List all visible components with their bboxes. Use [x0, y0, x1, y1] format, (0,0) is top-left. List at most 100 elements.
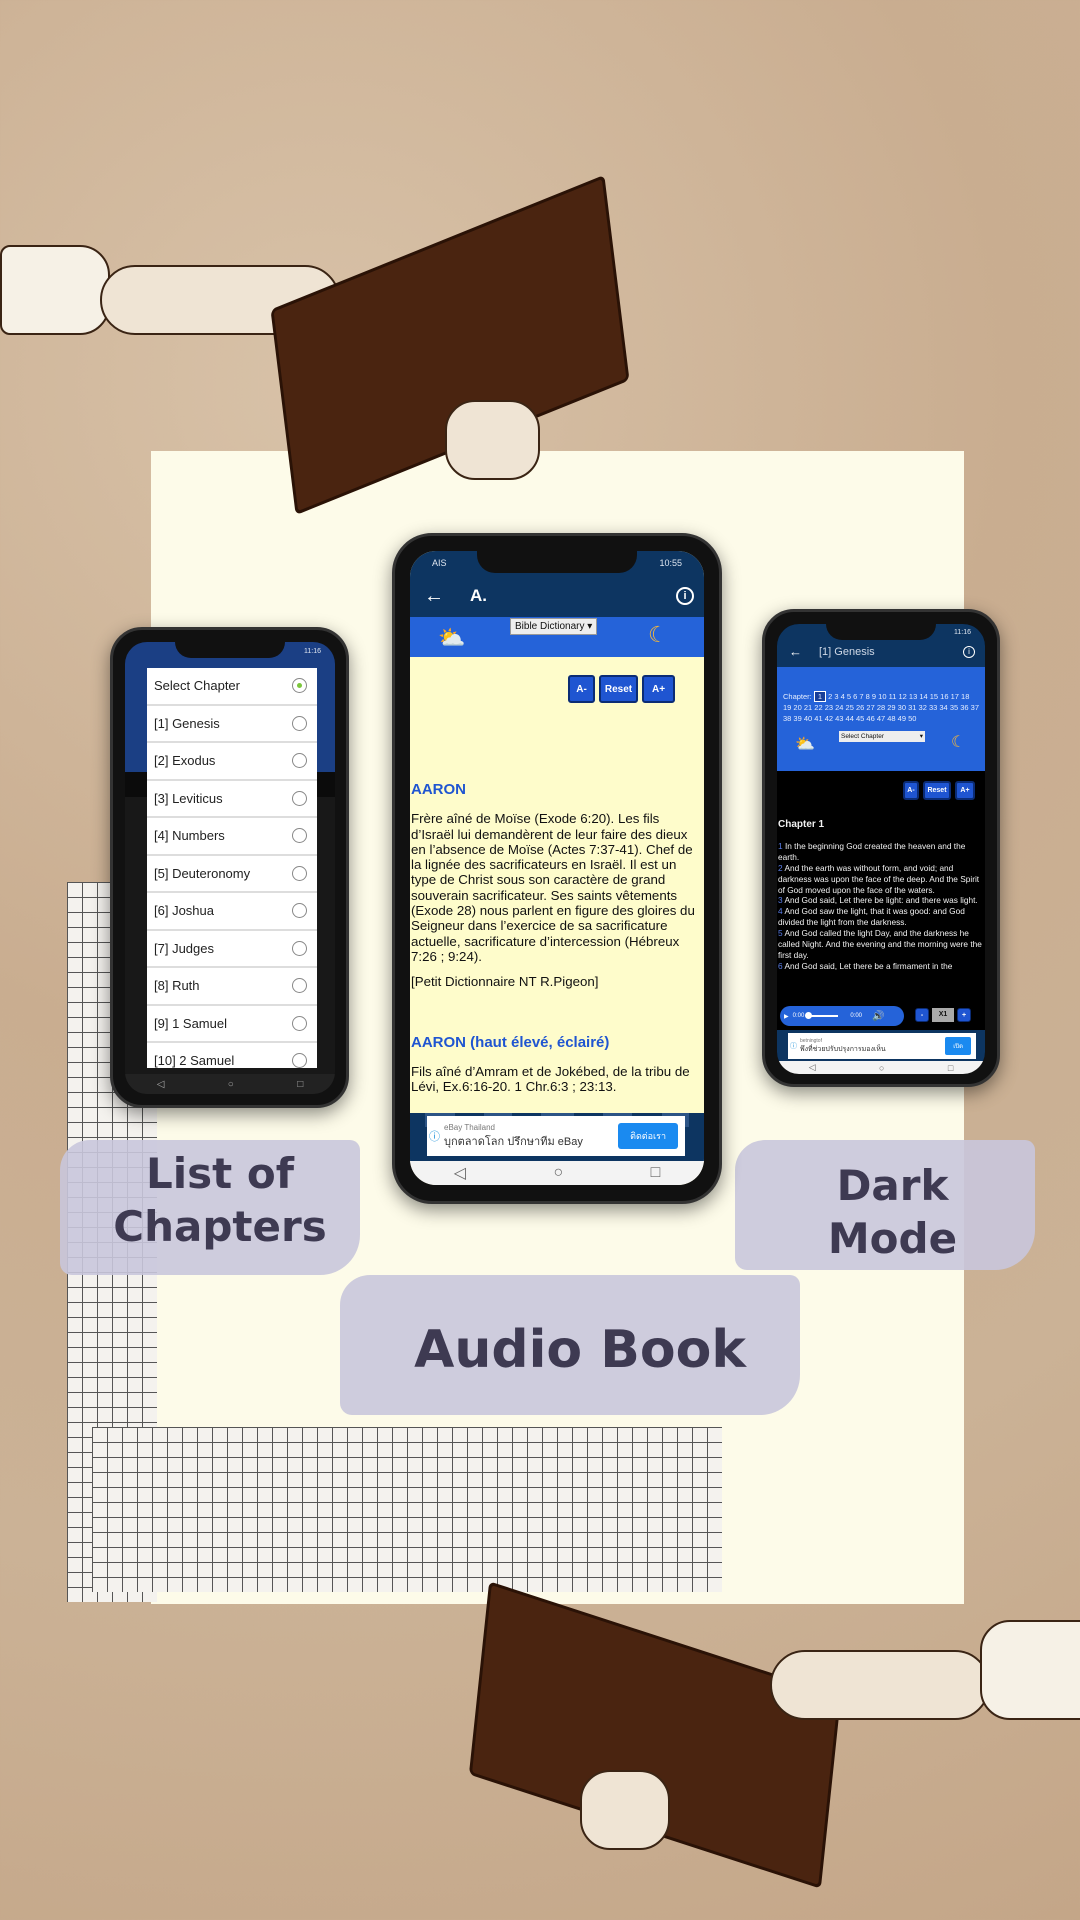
entry-source: [Petit Dictionnaire NT R.Pigeon]	[411, 974, 599, 990]
home-nav-icon[interactable]: ○	[879, 1063, 884, 1073]
caption-audio-book: Audio Book	[414, 1320, 746, 1380]
day-mode-sun-icon[interactable]: ⛅	[795, 737, 815, 753]
ad-cta-button[interactable]: เปิด	[945, 1037, 971, 1055]
radio-button[interactable]	[292, 753, 307, 769]
chapter-option-label: [7] Judges	[154, 940, 214, 956]
chapter-option[interactable]: Select Chapter	[147, 668, 317, 706]
speed-decrease-button[interactable]: -	[915, 1008, 929, 1022]
grid-paper-bottom	[92, 1427, 722, 1592]
speed-display: X1	[932, 1008, 954, 1022]
ad-banner[interactable]: ⓘ eBay Thailand บุกตลาดโลก ปรึกษาทีม eBa…	[427, 1116, 685, 1156]
hands-holding-book-bottom	[440, 1581, 1080, 1889]
chapter-numbers[interactable]: 2 3 4 5 6 7 8 9 10 11 12 13 14 15 16 17 …	[783, 692, 979, 723]
page-title: A.	[470, 586, 487, 605]
chapter-option-label: [8] Ruth	[154, 978, 200, 994]
back-arrow-icon[interactable]: ←	[424, 585, 444, 608]
radio-button[interactable]	[292, 903, 307, 919]
font-reset-button[interactable]: Reset	[599, 675, 638, 703]
chapter-select[interactable]: Select Chapter ▾	[839, 731, 925, 742]
radio-button[interactable]	[292, 865, 307, 881]
font-increase-button[interactable]: A+	[955, 781, 975, 800]
current-time: 0:00	[792, 1013, 805, 1019]
ad-cta-button[interactable]: ติดต่อเรา	[618, 1123, 678, 1149]
ad-advertiser: eBay Thailand	[444, 1122, 495, 1132]
back-arrow-icon[interactable]: ←	[789, 644, 802, 659]
current-chapter[interactable]: 1	[813, 691, 827, 702]
ad-area: ⓘ betningtof พึงที่ช่วยปรับปรุงการมองเห็น…	[777, 1030, 985, 1061]
back-nav-icon[interactable]: ◁	[157, 1079, 165, 1090]
verse: 1 In the beginning God created the heave…	[778, 841, 984, 863]
font-decrease-button[interactable]: A-	[903, 781, 919, 800]
ad-info-icon[interactable]: ⓘ	[790, 1041, 797, 1051]
chapter-option-label: [2] Exodus	[154, 753, 216, 769]
chapter-band: Chapter: 1 2 3 4 5 6 7 8 9 10 11 12 13 1…	[777, 667, 985, 771]
play-icon[interactable]: ▶	[784, 1013, 789, 1020]
notch	[175, 642, 285, 658]
home-nav-icon[interactable]: ○	[228, 1079, 234, 1090]
verse-text: And God saw the light, that it was good:…	[778, 906, 965, 928]
night-mode-moon-icon[interactable]: ☾	[648, 622, 668, 648]
radio-button[interactable]	[292, 678, 307, 694]
night-mode-moon-icon[interactable]: ☾	[951, 735, 965, 751]
speed-increase-button[interactable]: +	[957, 1008, 971, 1022]
recents-nav-icon[interactable]: □	[297, 1079, 303, 1090]
font-decrease-button[interactable]: A-	[568, 675, 595, 703]
radio-button[interactable]	[292, 790, 307, 806]
info-icon[interactable]: i	[963, 646, 975, 658]
chapter-option[interactable]: [2] Exodus	[147, 743, 317, 781]
chapter-option-label: [3] Leviticus	[154, 790, 223, 806]
volume-icon[interactable]: 🔊	[872, 1011, 884, 1022]
verse-number: 4	[778, 906, 783, 917]
font-reset-button[interactable]: Reset	[923, 781, 951, 800]
page-title: [1] Genesis	[819, 646, 875, 658]
day-mode-sun-icon[interactable]: ⛅	[438, 625, 465, 651]
back-nav-icon[interactable]: ◁	[454, 1163, 466, 1183]
back-nav-icon[interactable]: ◁	[809, 1062, 816, 1073]
app-bar: ← A. i	[410, 575, 704, 617]
radio-button[interactable]	[292, 1053, 307, 1068]
recents-nav-icon[interactable]: □	[651, 1164, 661, 1182]
chapter-option[interactable]: [7] Judges	[147, 931, 317, 968]
verse-number: 6	[778, 960, 783, 971]
chapter-select-dialog: Select Chapter [1] Genesis [2] Exodus [3] L…	[147, 668, 317, 1068]
dictionary-select[interactable]: Bible Dictionary ▾	[510, 618, 598, 635]
chapter-label: Chapter:	[783, 692, 812, 701]
chapter-option-label: [1] Genesis	[154, 715, 220, 731]
chapter-option[interactable]: [3] Leviticus	[147, 781, 317, 818]
bible-text: Chapter 1 1 In the beginning God created…	[777, 819, 985, 972]
radio-button[interactable]	[292, 1015, 307, 1031]
entry-heading: AARON (haut élevé, éclairé)	[411, 1033, 610, 1051]
verse: 2 And the earth was without form, and vo…	[778, 863, 984, 896]
info-icon[interactable]: i	[676, 587, 694, 605]
home-nav-icon[interactable]: ○	[553, 1164, 563, 1182]
radio-button[interactable]	[292, 715, 307, 731]
chapter-heading: Chapter 1	[778, 819, 825, 830]
ad-info-icon[interactable]: ⓘ	[429, 1128, 440, 1144]
recents-nav-icon[interactable]: □	[948, 1063, 953, 1073]
chapter-option-label: [9] 1 Samuel	[154, 1015, 227, 1031]
phone-left: 11:16 Select Chapter [1] Genesis [2] Exodu…	[110, 627, 349, 1108]
entry-heading: AARON	[411, 781, 466, 798]
verse: 3 And God said, Let there be light: and …	[778, 895, 984, 906]
caption-list-of-chapters: List of Chapters	[113, 1149, 327, 1251]
chapter-option[interactable]: [6] Joshua	[147, 893, 317, 931]
radio-button[interactable]	[292, 828, 307, 844]
radio-button[interactable]	[292, 940, 307, 956]
verse-text: And the earth was without form, and void…	[778, 862, 980, 895]
verse: 5 And God called the light Day, and the …	[778, 928, 984, 961]
chapter-option[interactable]: [10] 2 Samuel	[147, 1043, 317, 1068]
verse-number: 2	[778, 862, 783, 873]
hands-holding-book-top	[0, 174, 660, 516]
seek-slider[interactable]	[805, 1012, 839, 1019]
verse: 6 And God said, Let there be a firmament…	[778, 961, 984, 972]
chapter-option[interactable]: [4] Numbers	[147, 818, 317, 856]
chapter-option[interactable]: [9] 1 Samuel	[147, 1006, 317, 1043]
system-nav-bar: ◁ ○ □	[410, 1161, 704, 1185]
radio-button[interactable]	[292, 978, 307, 994]
ad-banner[interactable]: ⓘ betningtof พึงที่ช่วยปรับปรุงการมองเห็น…	[788, 1033, 976, 1059]
chapter-option[interactable]: [8] Ruth	[147, 968, 317, 1006]
chapter-option[interactable]: [1] Genesis	[147, 706, 317, 743]
font-increase-button[interactable]: A+	[642, 675, 675, 703]
phone-center: AIS 10:55 ← A. i ⛅ Bible Dictionary ▾ ☾ …	[392, 533, 722, 1204]
chapter-option[interactable]: [5] Deuteronomy	[147, 856, 317, 893]
